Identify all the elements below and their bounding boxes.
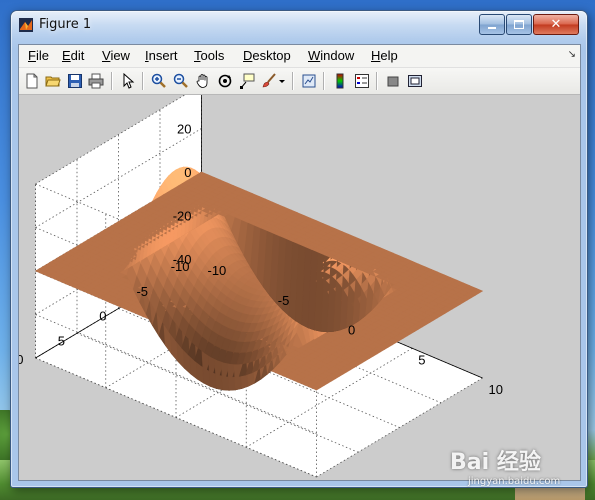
open-file-icon [45, 76, 61, 87]
hide-plot-tools-icon [387, 76, 399, 87]
close-button[interactable]: ✕ [533, 14, 579, 35]
x-tick-label: -10 [208, 263, 227, 278]
brush-dropdown-icon [279, 80, 285, 83]
y-tick-label: -5 [136, 284, 148, 299]
minimize-icon [488, 26, 496, 29]
close-icon: ✕ [550, 17, 562, 32]
save-button[interactable] [65, 71, 85, 91]
toolbar-separator [142, 72, 144, 90]
matlab-logo-icon [19, 18, 33, 32]
new-figure-button[interactable] [22, 71, 42, 91]
edit-plot-arrow-icon [123, 73, 135, 89]
edit-plot-button[interactable] [118, 71, 138, 91]
x-tick-label: 5 [418, 352, 425, 367]
figure-plot-area[interactable]: 40200-20-40-10-50510-10-50510 [19, 95, 580, 480]
print-button[interactable] [86, 71, 106, 91]
figure-client-area: File Edit View Insert Tools Desktop Wind… [18, 44, 581, 481]
insert-colorbar-icon [336, 73, 344, 89]
window-title: Figure 1 [39, 17, 92, 32]
insert-legend-icon [355, 74, 369, 88]
link-plot-icon [302, 74, 316, 88]
menu-help[interactable]: Help [371, 48, 398, 63]
figure-window: Figure 1 ✕ File Edit View Insert Tools D… [10, 10, 588, 488]
link-plot-button[interactable] [299, 71, 319, 91]
watermark-logo-text: Bai 经验 [450, 450, 541, 475]
maximize-icon [514, 20, 524, 29]
surface-plot[interactable]: 40200-20-40-10-50510-10-50510 [19, 95, 580, 480]
zoom-out-icon [173, 73, 188, 88]
y-tick-label: -10 [171, 259, 190, 274]
data-cursor-icon [240, 73, 255, 89]
menu-bar: File Edit View Insert Tools Desktop Wind… [19, 45, 580, 68]
figure-toolbar [19, 68, 580, 95]
toolbar-separator [111, 72, 113, 90]
baidu-watermark: Bai 经验 jingyan.baidu.com [450, 440, 590, 498]
brush-icon [262, 73, 276, 88]
z-tick-label: 0 [184, 165, 191, 180]
menu-view[interactable]: View [102, 48, 130, 63]
watermark-url: jingyan.baidu.com [468, 476, 561, 487]
hide-plot-tools-button[interactable] [383, 71, 403, 91]
menu-edit[interactable]: Edit [62, 48, 84, 63]
zoom-in-button[interactable] [149, 71, 169, 91]
maximize-button[interactable] [506, 14, 532, 35]
zoom-out-button[interactable] [171, 71, 191, 91]
data-cursor-button[interactable] [237, 71, 257, 91]
menu-file-rest: ile [35, 48, 49, 63]
show-plot-tools-button[interactable] [405, 71, 425, 91]
toolbar-separator [376, 72, 378, 90]
menu-insert[interactable]: Insert [145, 48, 178, 63]
pan-button[interactable] [193, 71, 213, 91]
x-tick-label: -5 [278, 293, 290, 308]
insert-colorbar-button[interactable] [330, 71, 350, 91]
minimize-button[interactable] [479, 14, 505, 35]
rotate-3d-button[interactable] [215, 71, 235, 91]
menu-file[interactable]: File [28, 48, 49, 63]
x-tick-label: 10 [489, 382, 503, 397]
z-tick-label: -20 [173, 209, 192, 224]
show-plot-tools-icon [408, 75, 422, 87]
y-tick-label: 10 [19, 352, 24, 367]
rotate-3d-icon [218, 74, 232, 88]
x-tick-label: 0 [348, 323, 355, 338]
z-tick-label: 20 [177, 122, 191, 137]
brush-button[interactable] [259, 71, 279, 91]
insert-legend-button[interactable] [352, 71, 372, 91]
dock-figure-icon[interactable]: ↘ [568, 49, 576, 60]
zoom-in-icon [151, 73, 166, 88]
y-tick-label: 0 [99, 309, 106, 324]
title-bar[interactable]: Figure 1 ✕ [11, 11, 587, 39]
menu-window[interactable]: Window [308, 48, 354, 63]
pan-hand-icon [196, 74, 208, 88]
new-figure-icon [26, 73, 38, 89]
brush-dropdown-button[interactable] [277, 71, 287, 91]
toolbar-separator [323, 72, 325, 90]
toolbar-separator [292, 72, 294, 90]
save-icon [68, 74, 82, 88]
menu-desktop[interactable]: Desktop [243, 48, 291, 63]
menu-tools[interactable]: Tools [194, 48, 224, 63]
y-tick-label: 5 [58, 333, 65, 348]
open-file-button[interactable] [43, 71, 63, 91]
print-icon [88, 73, 104, 89]
